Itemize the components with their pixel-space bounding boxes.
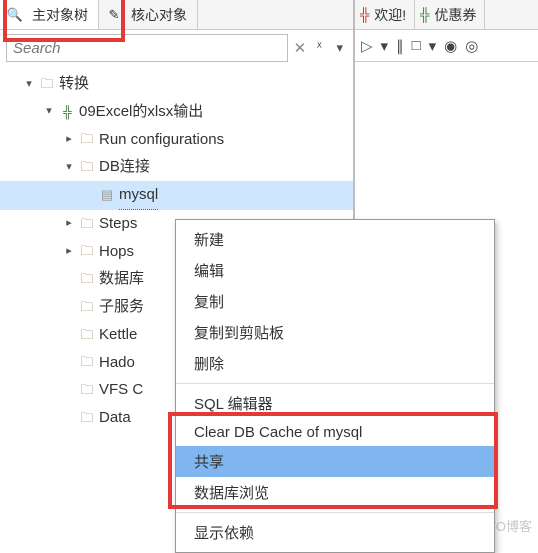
stop-icon[interactable]: □ xyxy=(412,37,421,54)
right-tab-row: ╬ 欢迎! ╬ 优惠券 xyxy=(355,0,538,30)
tree-row-dbconn[interactable]: ▾ 🗀 DB连接 xyxy=(0,153,353,181)
folder-icon: 🗀 xyxy=(78,212,96,236)
ctx-db-browse[interactable]: 数据库浏览 xyxy=(176,477,494,508)
clear-search-icon[interactable]: ✕ xyxy=(294,39,307,57)
tree-row-root[interactable]: ▾ 🗀 转换 xyxy=(0,70,353,98)
tree-label: DB连接 xyxy=(99,153,150,181)
tab-label: 核心对象 xyxy=(131,5,187,25)
folder-icon: 🗀 xyxy=(78,267,96,291)
play-icon[interactable]: ▷ xyxy=(361,37,373,55)
preview-icon[interactable]: ◉ xyxy=(444,37,457,55)
ctx-edit[interactable]: 编辑 xyxy=(176,255,494,286)
right-toolbar: ▷ ▾ ∥ □ ▾ ◉ ◎ xyxy=(355,30,538,62)
tab-main-tree[interactable]: 🔍 主对象树 xyxy=(0,0,99,29)
twisty-open-icon[interactable]: ▾ xyxy=(20,74,38,94)
folder-icon: 🗀 xyxy=(78,295,96,319)
ctx-new[interactable]: 新建 xyxy=(176,224,494,255)
tab-welcome[interactable]: ╬ 欢迎! xyxy=(355,0,415,29)
left-tab-row: 🔍 主对象树 ✎ 核心对象 xyxy=(0,0,353,30)
tree-label: 数据库 xyxy=(99,265,144,293)
tree-label: 转换 xyxy=(59,70,89,98)
tree-label: Hado xyxy=(99,349,135,377)
ctx-clear-db-cache[interactable]: Clear DB Cache of mysql xyxy=(176,419,494,446)
db-icon: ▤ xyxy=(98,183,116,207)
tree-label: VFS C xyxy=(99,376,143,404)
twisty-open-icon[interactable]: ▾ xyxy=(60,157,78,177)
ctx-share[interactable]: 共享 xyxy=(176,446,494,477)
twisty-closed-icon[interactable]: ▸ xyxy=(60,129,78,149)
folder-icon: 🗀 xyxy=(78,350,96,374)
tab-label: 主对象树 xyxy=(32,5,88,25)
tree-label: 子服务 xyxy=(99,293,144,321)
transformation-icon: ╬ xyxy=(58,101,76,123)
folder-icon: 🗀 xyxy=(78,323,96,347)
tab-label: 欢迎! xyxy=(374,5,406,25)
tab-core-objects[interactable]: ✎ 核心对象 xyxy=(99,0,198,29)
ctx-delete[interactable]: 删除 xyxy=(176,348,494,379)
dropdown-icon[interactable]: ▾ xyxy=(381,37,389,55)
dropdown-icon[interactable]: ▾ xyxy=(429,37,437,55)
tree-row-mysql[interactable]: ▤ mysql xyxy=(0,181,353,210)
context-menu: 新建 编辑 复制 复制到剪贴板 删除 SQL 编辑器 Clear DB Cach… xyxy=(175,219,495,553)
folder-icon: 🗀 xyxy=(78,378,96,402)
tab-label: 优惠券 xyxy=(434,5,476,25)
folder-icon: 🗀 xyxy=(78,239,96,263)
ctx-copy[interactable]: 复制 xyxy=(176,286,494,317)
folder-icon: 🗀 xyxy=(78,127,96,151)
tab-coupon[interactable]: ╬ 优惠券 xyxy=(415,0,485,29)
separator xyxy=(176,512,494,513)
tree-label: 09Excel的xlsx输出 xyxy=(79,98,203,126)
ctx-sql-editor[interactable]: SQL 编辑器 xyxy=(176,388,494,419)
folder-icon: 🗀 xyxy=(78,155,96,179)
tree-label: Steps xyxy=(99,210,137,238)
twisty-closed-icon[interactable]: ▸ xyxy=(60,241,78,261)
folder-icon: 🗀 xyxy=(78,406,96,430)
pencil-icon: ✎ xyxy=(105,7,123,23)
tree-row-excel[interactable]: ▾ ╬ 09Excel的xlsx输出 xyxy=(0,98,353,126)
tree-label: mysql xyxy=(119,181,158,210)
debug-icon[interactable]: ◎ xyxy=(465,37,478,55)
tree-label: Kettle xyxy=(99,321,137,349)
transformation-icon: ╬ xyxy=(420,7,429,22)
twisty-open-icon[interactable]: ▾ xyxy=(40,101,58,121)
search-icon: 🔍 xyxy=(6,7,24,23)
collapse-button[interactable]: ▾ xyxy=(332,40,347,56)
search-row: ✕ ᕁ ▾ xyxy=(0,30,353,66)
ctx-show-dependencies[interactable]: 显示依赖 xyxy=(176,517,494,548)
tree-label: Data xyxy=(99,404,131,432)
tree-row-runconf[interactable]: ▸ 🗀 Run configurations xyxy=(0,126,353,154)
folder-icon: 🗀 xyxy=(38,72,56,96)
ctx-copy-clipboard[interactable]: 复制到剪贴板 xyxy=(176,317,494,348)
pause-icon[interactable]: ∥ xyxy=(396,37,404,55)
search-input[interactable] xyxy=(6,34,288,62)
welcome-icon: ╬ xyxy=(360,7,369,22)
twisty-closed-icon[interactable]: ▸ xyxy=(60,213,78,233)
tree-tool-button[interactable]: ᕁ xyxy=(312,40,326,56)
tree-label: Run configurations xyxy=(99,126,224,154)
separator xyxy=(176,383,494,384)
tree-label: Hops xyxy=(99,238,134,266)
